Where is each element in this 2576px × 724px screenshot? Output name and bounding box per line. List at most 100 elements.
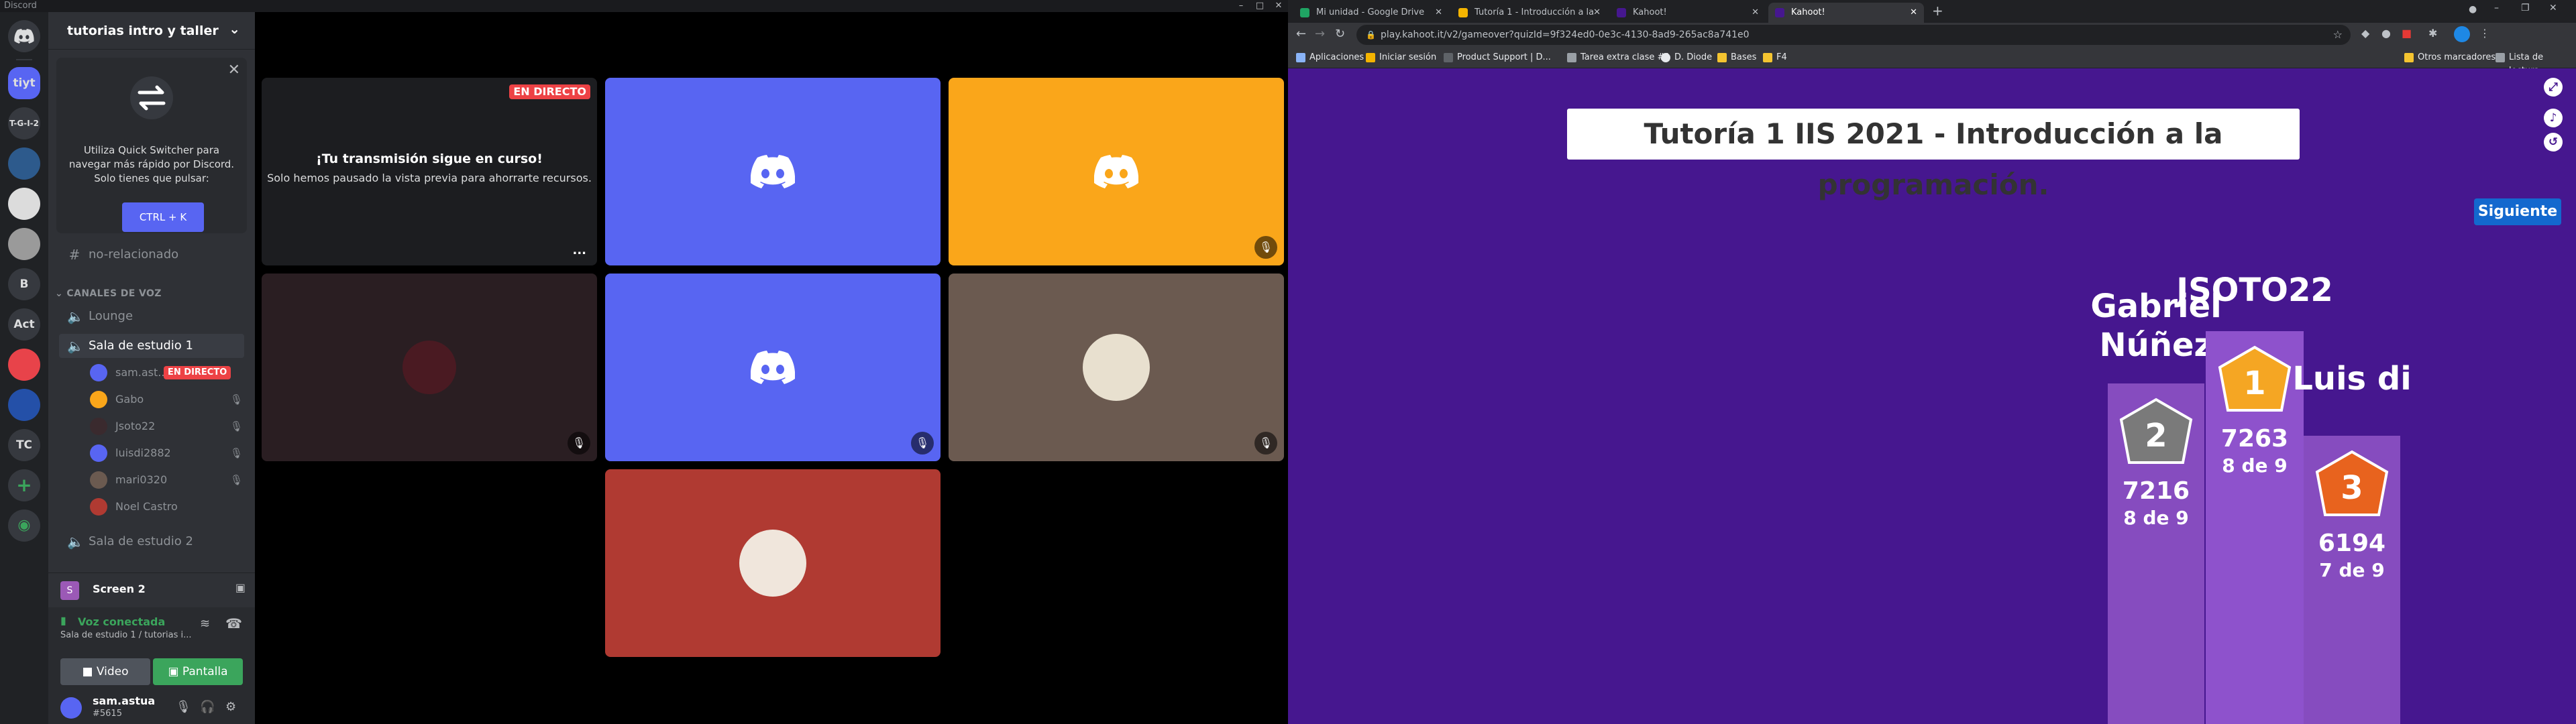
bookmark-label: Iniciar sesión [1379, 52, 1437, 62]
next-button[interactable]: Siguiente [2474, 198, 2561, 225]
channel-no-relacionado[interactable]: # no-relacionado [59, 243, 244, 267]
quick-switcher-shortcut[interactable]: CTRL + K [122, 202, 204, 232]
bookmark-bases[interactable]: Bases [1717, 51, 1756, 64]
channel-label: no-relacionado [89, 247, 179, 261]
add-server-icon[interactable]: + [8, 469, 40, 501]
extension-icon[interactable]: ◆ [2361, 27, 2369, 40]
close-tab-icon[interactable]: ✕ [1435, 3, 1442, 23]
new-tab-icon[interactable]: + [1932, 3, 1943, 19]
stream-tile[interactable]: EN DIRECTO ¡Tu transmisión sigue en curs… [262, 78, 597, 265]
user-name: luisdi2882 [115, 446, 171, 459]
close-icon[interactable]: ✕ [1269, 0, 1288, 12]
voice-user[interactable]: luisdi2882 🎙 [90, 441, 244, 465]
tab-kahoot-1[interactable]: Kahoot! ✕ [1610, 3, 1766, 23]
fullscreen-icon[interactable]: ⤢ [2544, 78, 2563, 97]
server-avatar-5[interactable] [8, 389, 40, 421]
volume-icon[interactable]: ♪ [2544, 109, 2563, 127]
server-avatar-1[interactable] [8, 147, 40, 180]
participant-tile[interactable]: 🎙 [262, 274, 597, 461]
close-icon[interactable]: ✕ [228, 62, 240, 78]
tab-kahoot-2[interactable]: Kahoot! ✕ [1768, 3, 1924, 23]
screen-icon[interactable]: ▣ [235, 581, 246, 594]
back-icon[interactable]: ← [1296, 27, 1306, 41]
server-tiyt[interactable]: tiyt [8, 67, 40, 99]
minimize-icon[interactable]: – [2494, 3, 2499, 13]
chevron-down-icon: ⌄ [229, 21, 240, 37]
restore-icon[interactable]: ❐ [2521, 3, 2530, 13]
avatar [90, 444, 107, 462]
channel-lounge[interactable]: 🔈 Lounge [59, 304, 244, 328]
explore-icon[interactable]: ◉ [8, 509, 40, 542]
participant-tile[interactable] [605, 78, 941, 265]
avatar[interactable] [60, 697, 82, 719]
extension-icon[interactable]: ● [2381, 27, 2391, 40]
reading-list[interactable]: Lista de lectura [2496, 51, 2576, 76]
close-tab-icon[interactable]: ✕ [1752, 3, 1759, 23]
player-score: 6194 [2318, 530, 2386, 557]
menu-icon[interactable]: ⋮ [2479, 27, 2490, 40]
player-score: 7216 [2122, 477, 2190, 505]
server-avatar-2[interactable] [8, 188, 40, 220]
video-button[interactable]: ■ Video [60, 658, 150, 685]
tab-search-icon[interactable]: ● [2469, 4, 2477, 15]
voice-user[interactable]: Gabo 🎙 [90, 387, 244, 412]
server-avatar-3[interactable] [8, 228, 40, 260]
voice-user[interactable]: Jsoto22 🎙 [90, 414, 244, 438]
channel-label: Sala de estudio 1 [89, 339, 193, 353]
minimize-icon[interactable]: – [1232, 0, 1250, 12]
server-avatar-4[interactable] [8, 349, 40, 381]
maximize-icon[interactable]: □ [1250, 0, 1269, 12]
folder-icon [1763, 53, 1772, 62]
close-tab-icon[interactable]: ✕ [1910, 3, 1917, 23]
profile-avatar[interactable] [2454, 26, 2470, 42]
settings-gear-icon[interactable]: ⚙ [225, 700, 236, 714]
voice-user[interactable]: mari0320 🎙 [90, 468, 244, 492]
close-tab-icon[interactable]: ✕ [1593, 3, 1601, 23]
voice-user[interactable]: sam.ast... EN DIRECTO [90, 361, 244, 385]
voice-category[interactable]: ⌄ CANALES DE VOZ [55, 288, 162, 299]
server-act[interactable]: Act [8, 308, 40, 341]
bookmark-login[interactable]: Iniciar sesión [1366, 51, 1436, 64]
extension-icon[interactable]: ■ [2402, 27, 2412, 40]
bookmark-product-support[interactable]: Product Support | D... [1444, 51, 1551, 64]
reload-icon[interactable]: ↻ [1335, 27, 1345, 41]
microphone-icon[interactable]: 🎙 [176, 700, 191, 714]
participant-tile[interactable]: 🎙 [949, 78, 1284, 265]
participant-tile[interactable]: 🎙 [949, 274, 1284, 461]
channel-sala-1[interactable]: 🔈 Sala de estudio 1 [59, 334, 244, 358]
channel-sala-2[interactable]: 🔈 Sala de estudio 2 [59, 530, 244, 554]
screen-share-bar[interactable]: S Screen 2 ▣ [48, 572, 255, 607]
forward-icon[interactable]: → [1315, 27, 1325, 41]
server-b[interactable]: B [8, 268, 40, 300]
headphones-icon[interactable]: 🎧 [200, 700, 215, 714]
other-bookmarks[interactable]: Otros marcadores [2404, 51, 2496, 64]
address-bar[interactable]: 🔒 play.kahoot.it/v2/gameover?quizId=9f32… [1356, 25, 2351, 45]
participant-tile[interactable] [605, 469, 941, 657]
bookmark-f4[interactable]: F4 [1763, 51, 1787, 64]
noise-suppression-icon[interactable]: ≋ [200, 617, 210, 631]
slides-icon [1458, 8, 1468, 17]
bookmark-apps[interactable]: Aplicaciones [1296, 51, 1364, 64]
tab-slides[interactable]: Tutoría 1 - Introducción a la pro ✕ [1452, 3, 1607, 38]
rank-number: 2 [2145, 417, 2167, 455]
extensions-puzzle-icon[interactable]: ✱ [2428, 27, 2437, 40]
server-header[interactable]: tutorias intro y taller ⌄ [48, 12, 255, 50]
tab-google-drive[interactable]: Mi unidad - Google Drive ✕ [1293, 3, 1449, 23]
voice-status[interactable]: Voz conectada [78, 615, 165, 628]
participant-tile[interactable]: 🎙 [605, 274, 941, 461]
discord-home-icon[interactable] [8, 20, 40, 52]
arrows-icon [130, 76, 173, 119]
server-tc[interactable]: TC [8, 429, 40, 461]
bookmark-tarea[interactable]: Tarea extra clase #1 [1567, 51, 1670, 64]
speaker-icon: 🔈 [67, 338, 84, 354]
disconnect-icon[interactable]: ☎ [225, 615, 242, 631]
server-tgi2[interactable]: T-G-I-2 [8, 107, 40, 139]
video-label: Video [96, 665, 129, 678]
voice-user[interactable]: Noel Castro [90, 495, 244, 519]
more-options-icon[interactable]: ... [572, 243, 586, 257]
bookmark-star-icon[interactable]: ☆ [2333, 25, 2343, 45]
bookmark-diode[interactable]: D. Diode [1661, 51, 1712, 64]
close-window-icon[interactable]: ✕ [2549, 3, 2557, 13]
screen-button[interactable]: ▣ Pantalla [153, 658, 243, 685]
lock-icon[interactable]: ↺ [2544, 133, 2563, 152]
